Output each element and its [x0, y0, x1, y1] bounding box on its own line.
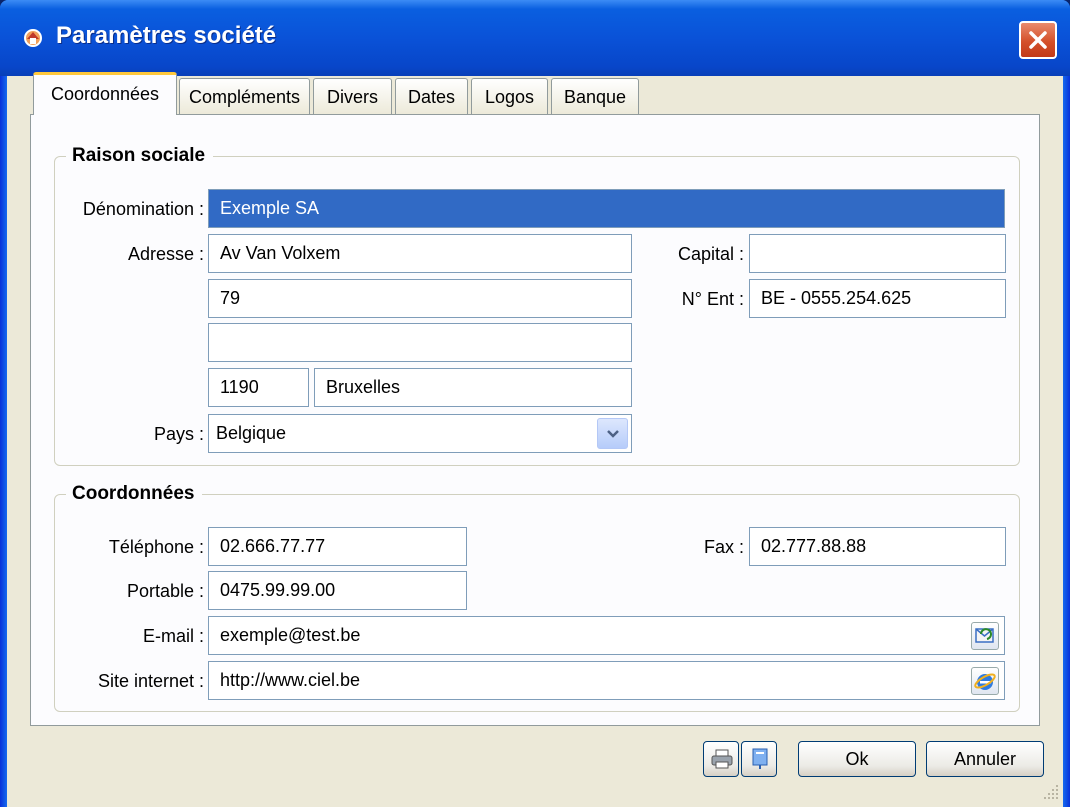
- window-border-right: [1063, 76, 1070, 807]
- adresse-line2-field[interactable]: 79: [208, 279, 632, 318]
- window-title: Paramètres société: [56, 22, 277, 49]
- help-button[interactable]: [741, 741, 777, 777]
- num-ent-label: N° Ent :: [681, 289, 744, 309]
- email-field[interactable]: exemple@test.be: [208, 616, 1005, 655]
- group-title-raison-sociale: Raison sociale: [66, 145, 214, 167]
- tab-logos[interactable]: Logos: [471, 78, 548, 115]
- adresse-line3-field[interactable]: [208, 323, 632, 362]
- help-icon: [752, 748, 768, 769]
- telephone-label: Téléphone :: [108, 537, 204, 557]
- open-website-button[interactable]: [971, 667, 999, 695]
- portable-field[interactable]: 0475.99.99.00: [208, 571, 467, 610]
- tab-coordonnees[interactable]: Coordonnées: [33, 72, 177, 115]
- printer-icon: [711, 749, 733, 769]
- site-internet-field[interactable]: http://www.ciel.be: [208, 661, 1005, 700]
- capital-label: Capital :: [677, 244, 744, 264]
- internet-explorer-icon: [974, 673, 996, 690]
- tab-divers[interactable]: Divers: [313, 78, 392, 115]
- title-bar[interactable]: Paramètres société: [0, 0, 1070, 76]
- window-border-left: [0, 76, 7, 807]
- ville-field[interactable]: Bruxelles: [314, 368, 632, 407]
- chevron-down-icon: [607, 430, 619, 438]
- email-value: exemple@test.be: [220, 625, 361, 645]
- site-value: http://www.ciel.be: [220, 670, 361, 690]
- close-button[interactable]: [1019, 21, 1057, 59]
- tab-banque[interactable]: Banque: [551, 78, 639, 115]
- send-email-button[interactable]: [971, 622, 999, 650]
- pays-dropdown-button[interactable]: [597, 418, 628, 449]
- email-send-icon: [975, 628, 994, 643]
- tab-complements[interactable]: Compléments: [179, 78, 310, 115]
- print-button[interactable]: [703, 741, 739, 777]
- portable-label: Portable :: [126, 581, 204, 601]
- app-icon: [24, 29, 42, 47]
- pays-select-value: Belgique: [216, 423, 287, 443]
- group-title-coordonnees: Coordonnées: [66, 483, 203, 505]
- num-ent-field[interactable]: BE - 0555.254.625: [749, 279, 1006, 318]
- email-label: E-mail :: [142, 626, 204, 646]
- cancel-button[interactable]: Annuler: [926, 741, 1044, 777]
- code-postal-field[interactable]: 1190: [208, 368, 309, 407]
- tab-dates[interactable]: Dates: [395, 78, 468, 115]
- pays-label: Pays :: [153, 424, 204, 444]
- denomination-label: Dénomination :: [82, 199, 204, 219]
- dialog-window: Paramètres société Coordonnées Complémen…: [0, 0, 1070, 807]
- adresse-line1-field[interactable]: Av Van Volxem: [208, 234, 632, 273]
- fax-field[interactable]: 02.777.88.88: [749, 527, 1006, 566]
- telephone-field[interactable]: 02.666.77.77: [208, 527, 467, 566]
- site-label: Site internet :: [97, 671, 204, 691]
- adresse-label: Adresse :: [127, 244, 204, 264]
- ok-button[interactable]: Ok: [798, 741, 916, 777]
- capital-field[interactable]: [749, 234, 1006, 273]
- fax-label: Fax :: [703, 537, 744, 557]
- resize-grip-icon[interactable]: [1042, 783, 1060, 801]
- pays-select[interactable]: Belgique: [208, 414, 632, 453]
- denomination-field[interactable]: Exemple SA: [208, 189, 1005, 228]
- close-icon: [1029, 31, 1047, 49]
